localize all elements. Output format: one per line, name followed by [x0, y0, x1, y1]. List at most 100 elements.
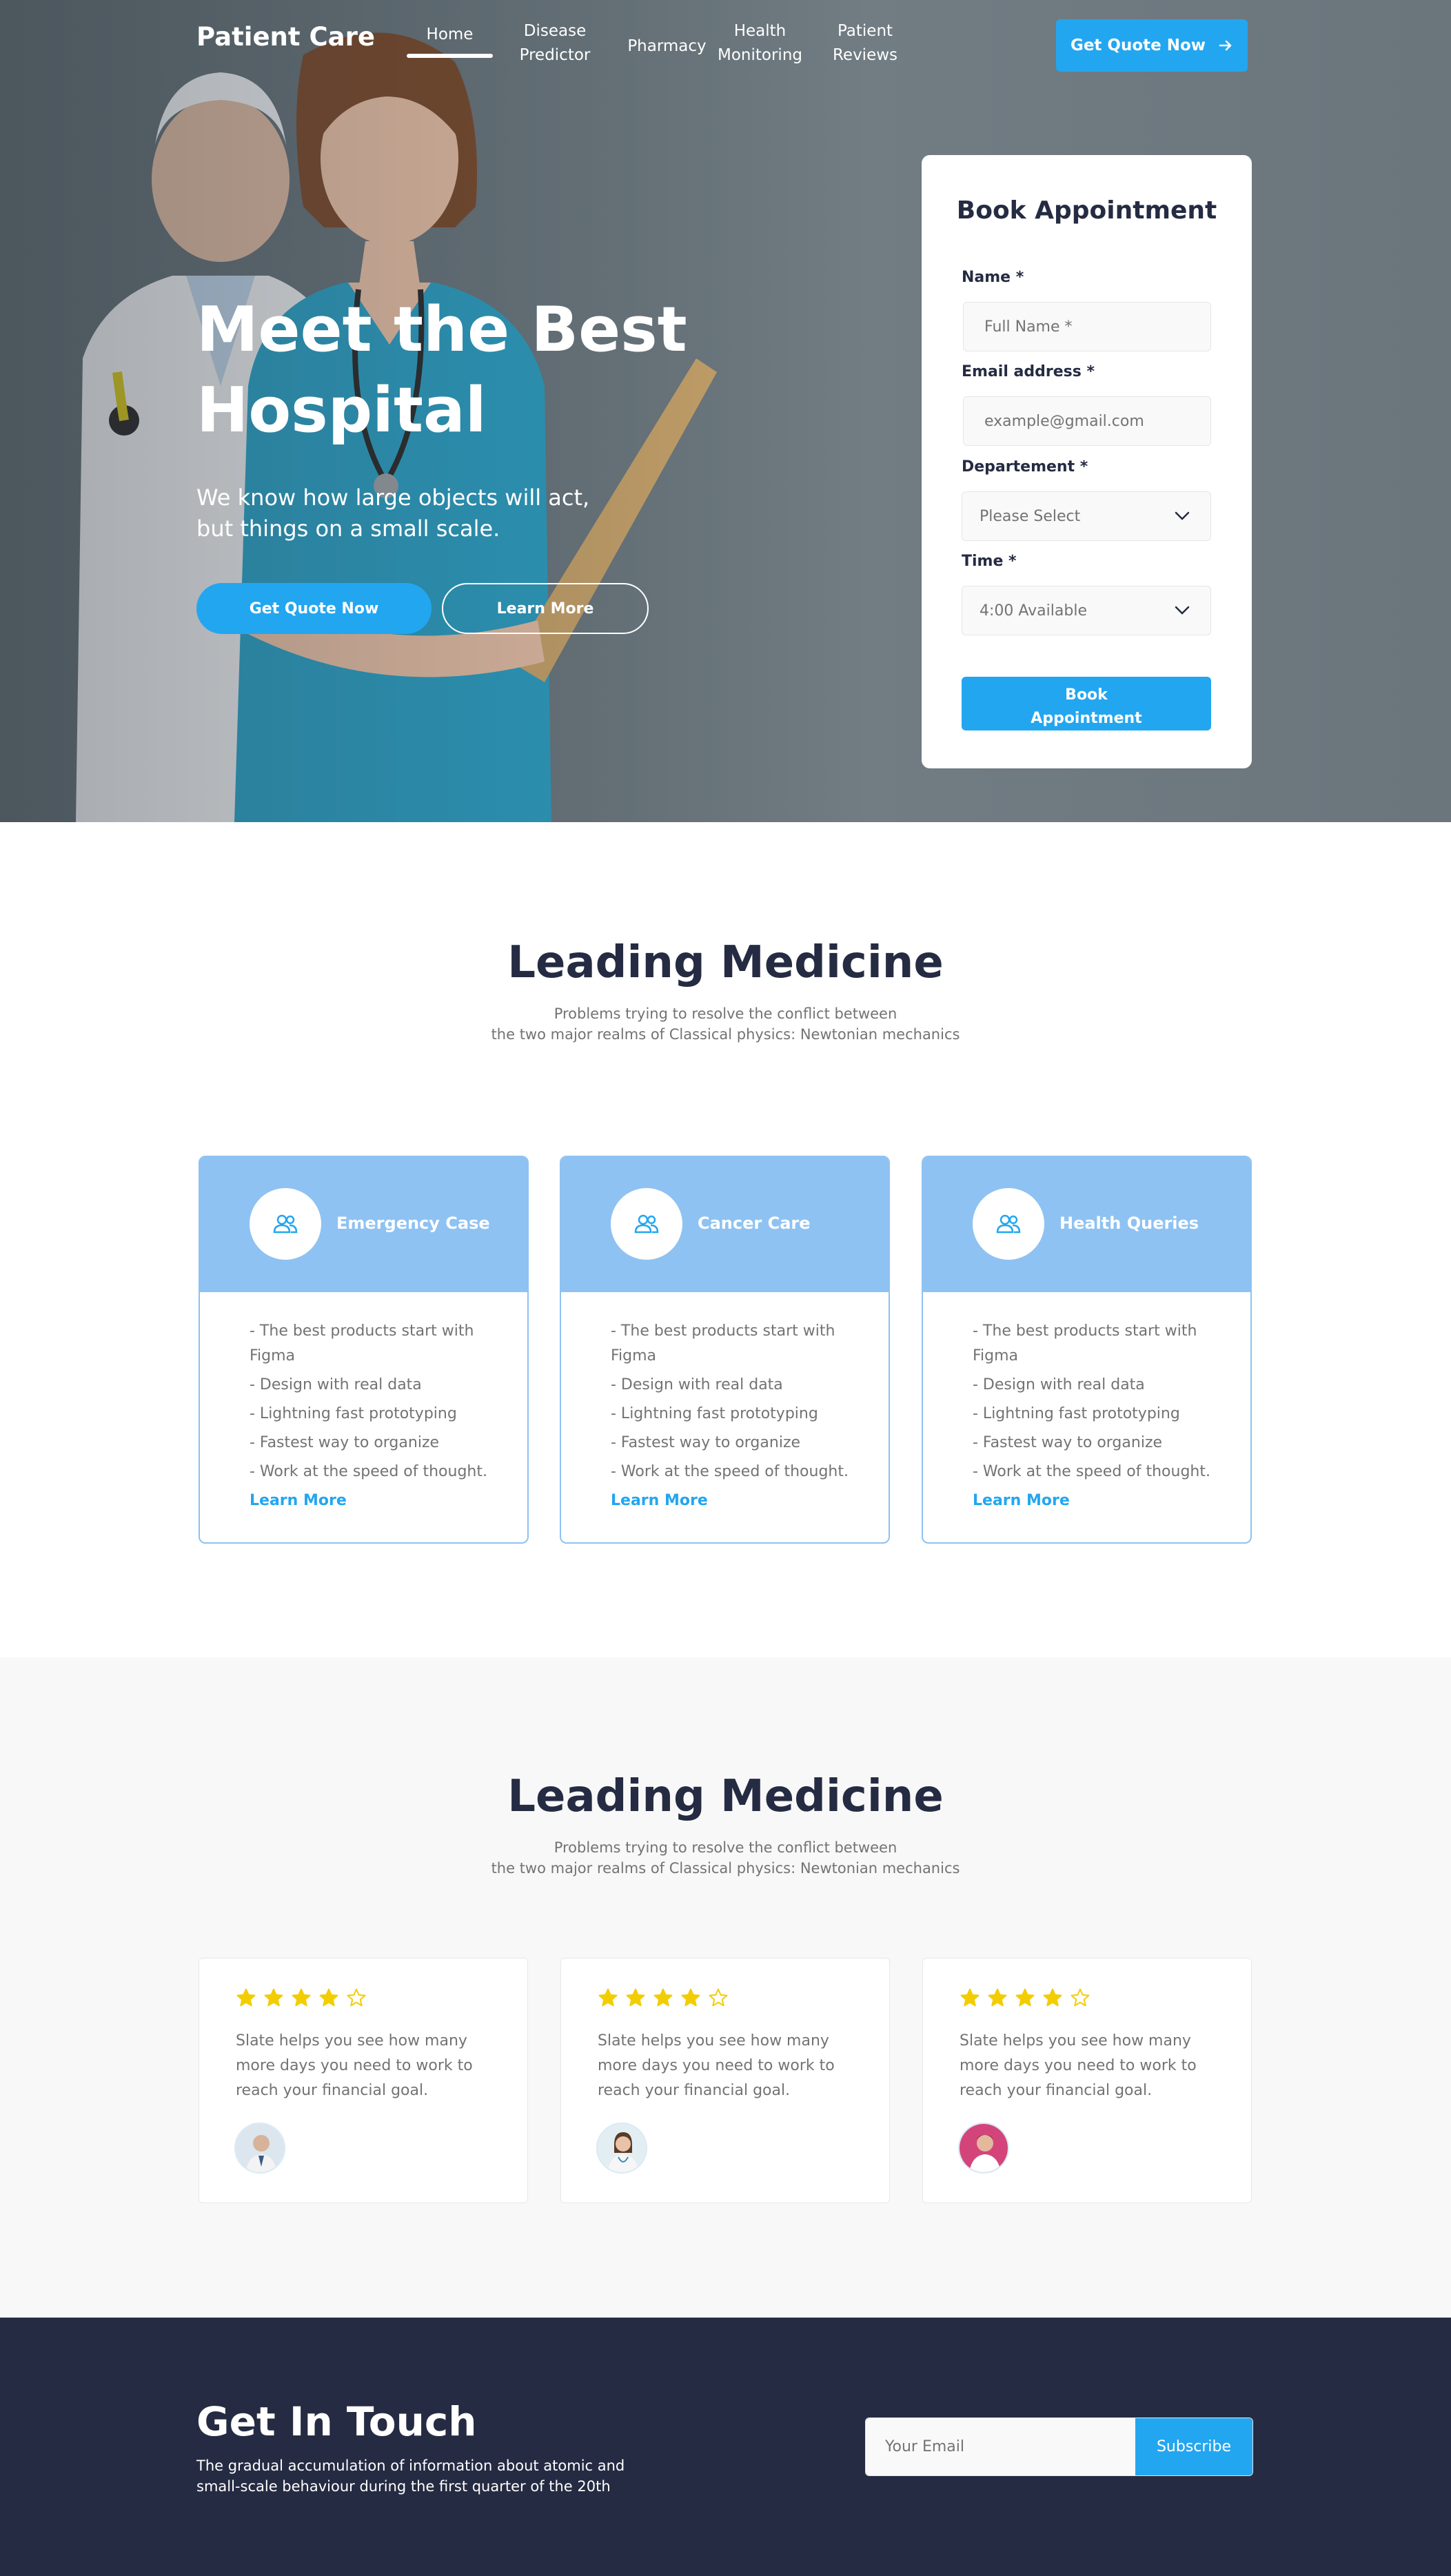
list-item: - Design with real data — [250, 1376, 422, 1393]
nav-home[interactable]: Home — [407, 23, 493, 47]
star-filled-icon — [292, 1988, 311, 2007]
service-card-header: Emergency Case — [200, 1157, 527, 1292]
star-outline-icon — [347, 1988, 366, 2007]
nav-health-monitoring[interactable]: Health Monitoring — [713, 19, 806, 68]
nav-pharmacy[interactable]: Pharmacy — [624, 34, 710, 59]
list-item: - Lightning fast prototyping — [250, 1405, 457, 1422]
service-card-emergency: Emergency Case - The best products start… — [199, 1156, 529, 1544]
testimonial-text: Slate helps you see how many more days y… — [960, 2032, 1197, 2099]
star-filled-icon — [1043, 1988, 1062, 2007]
nav-active-indicator — [407, 54, 493, 58]
footer-title: Get In Touch — [196, 2398, 477, 2445]
avatar — [234, 2123, 285, 2174]
list-item: - Lightning fast prototyping — [973, 1405, 1180, 1422]
services-subtitle-line2: the two major realms of Classical physic… — [491, 1026, 960, 1043]
service-card-header: Health Queries — [923, 1157, 1250, 1292]
testimonials-subtitle-line1: Problems trying to resolve the conflict … — [554, 1839, 897, 1856]
list-item: - Work at the speed of thought. — [611, 1463, 849, 1480]
hero-section: Patient Care Home Disease Predictor Phar… — [0, 0, 1451, 822]
arrow-right-icon — [1219, 40, 1232, 51]
chevron-down-icon — [1175, 606, 1190, 615]
avatar — [596, 2123, 647, 2174]
testimonial-text: Slate helps you see how many more days y… — [598, 2032, 835, 2099]
avatar — [958, 2123, 1009, 2174]
book-appointment-form: Book Appointment Name * Full Name * Emai… — [922, 155, 1252, 768]
footer-description-line1: The gradual accumulation of information … — [196, 2457, 625, 2474]
star-rating — [598, 1987, 729, 2008]
book-appointment-button[interactable]: Book Appointment — [962, 677, 1211, 730]
nav-patient-reviews[interactable]: Patient Reviews — [820, 19, 910, 68]
brand-logo[interactable]: Patient Care — [196, 22, 375, 52]
services-subtitle-line1: Problems trying to resolve the conflict … — [554, 1005, 897, 1022]
star-rating — [236, 1987, 367, 2008]
services-title: Leading Medicine — [507, 937, 944, 988]
nav-patient-reviews-line2: Reviews — [832, 46, 898, 64]
nav-home-label: Home — [426, 25, 474, 43]
service-name: Health Queries — [1059, 1214, 1199, 1233]
subscribe-button[interactable]: Subscribe — [1135, 2418, 1252, 2475]
testimonial-card: Slate helps you see how many more days y… — [560, 1958, 890, 2203]
time-select[interactable]: 4:00 Available — [962, 586, 1211, 635]
newsletter-email-input[interactable]: Your Email — [866, 2418, 1135, 2475]
star-filled-icon — [1015, 1988, 1035, 2007]
testimonials-subtitle-line2: the two major realms of Classical physic… — [491, 1860, 960, 1877]
list-item: - The best products start with Figma — [973, 1322, 1197, 1364]
star-filled-icon — [319, 1988, 338, 2007]
service-learn-more-link[interactable]: Learn More — [250, 1492, 347, 1509]
list-item: - Work at the speed of thought. — [250, 1463, 487, 1480]
testimonials-subtitle: Problems trying to resolve the conflict … — [0, 1837, 1451, 1879]
star-filled-icon — [681, 1988, 700, 2007]
service-name: Cancer Care — [698, 1214, 811, 1233]
list-item: - The best products start with Figma — [250, 1322, 474, 1364]
service-card-cancer: Cancer Care - The best products start wi… — [560, 1156, 890, 1544]
list-item: - Fastest way to organize — [973, 1434, 1163, 1451]
service-feature-list: - The best products start with Figma - D… — [611, 1319, 873, 1489]
hero-title-line2: Hospital — [196, 374, 487, 447]
header-get-quote-button[interactable]: Get Quote Now — [1056, 19, 1248, 72]
department-select-value: Please Select — [980, 507, 1081, 525]
footer-description-line2: small-scale behaviour during the first q… — [196, 2478, 611, 2495]
nav-pharmacy-label: Pharmacy — [627, 37, 707, 55]
service-name: Emergency Case — [336, 1214, 490, 1233]
star-filled-icon — [264, 1988, 283, 2007]
footer-description: The gradual accumulation of information … — [196, 2455, 651, 2497]
header-get-quote-label: Get Quote Now — [1070, 37, 1206, 54]
name-label: Name * — [962, 269, 1024, 286]
nav-patient-reviews-line1: Patient — [837, 22, 893, 40]
email-input[interactable]: example@gmail.com — [963, 396, 1211, 446]
nav-health-monitoring-line2: Monitoring — [718, 46, 802, 64]
nav-disease-predictor-line2: Predictor — [519, 46, 591, 64]
list-item: - Lightning fast prototyping — [611, 1405, 818, 1422]
name-input[interactable]: Full Name * — [963, 302, 1211, 351]
service-learn-more-link[interactable]: Learn More — [973, 1492, 1070, 1509]
hero-title-line1: Meet the Best — [196, 294, 687, 366]
hero-description-line2: but things on a small scale. — [196, 515, 500, 542]
star-filled-icon — [598, 1988, 618, 2007]
list-item: - Design with real data — [611, 1376, 783, 1393]
users-icon — [250, 1188, 321, 1260]
service-feature-list: - The best products start with Figma - D… — [250, 1319, 511, 1489]
list-item: - Fastest way to organize — [611, 1434, 801, 1451]
nav-disease-predictor[interactable]: Disease Predictor — [510, 19, 600, 68]
service-card-header: Cancer Care — [561, 1157, 889, 1292]
hero-description: We know how large objects will act, but … — [196, 482, 624, 544]
star-rating — [960, 1987, 1090, 2008]
chevron-down-icon — [1175, 511, 1190, 520]
star-filled-icon — [236, 1988, 256, 2007]
service-card-health-queries: Health Queries - The best products start… — [922, 1156, 1252, 1544]
service-learn-more-link[interactable]: Learn More — [611, 1492, 708, 1509]
newsletter-form: Your Email Subscribe — [865, 2417, 1253, 2476]
nav-disease-predictor-line1: Disease — [523, 22, 587, 40]
hero-get-quote-button[interactable]: Get Quote Now — [196, 583, 432, 634]
hero-learn-more-button[interactable]: Learn More — [442, 583, 649, 634]
time-select-value: 4:00 Available — [980, 602, 1087, 620]
star-outline-icon — [1071, 1988, 1090, 2007]
list-item: - Fastest way to organize — [250, 1434, 440, 1451]
users-icon — [611, 1188, 682, 1260]
department-select[interactable]: Please Select — [962, 491, 1211, 541]
hero-title: Meet the Best Hospital — [196, 289, 720, 451]
footer: Get In Touch The gradual accumulation of… — [0, 2318, 1451, 2576]
nav-health-monitoring-line1: Health — [733, 22, 787, 40]
star-filled-icon — [653, 1988, 673, 2007]
testimonial-card: Slate helps you see how many more days y… — [199, 1958, 528, 2203]
